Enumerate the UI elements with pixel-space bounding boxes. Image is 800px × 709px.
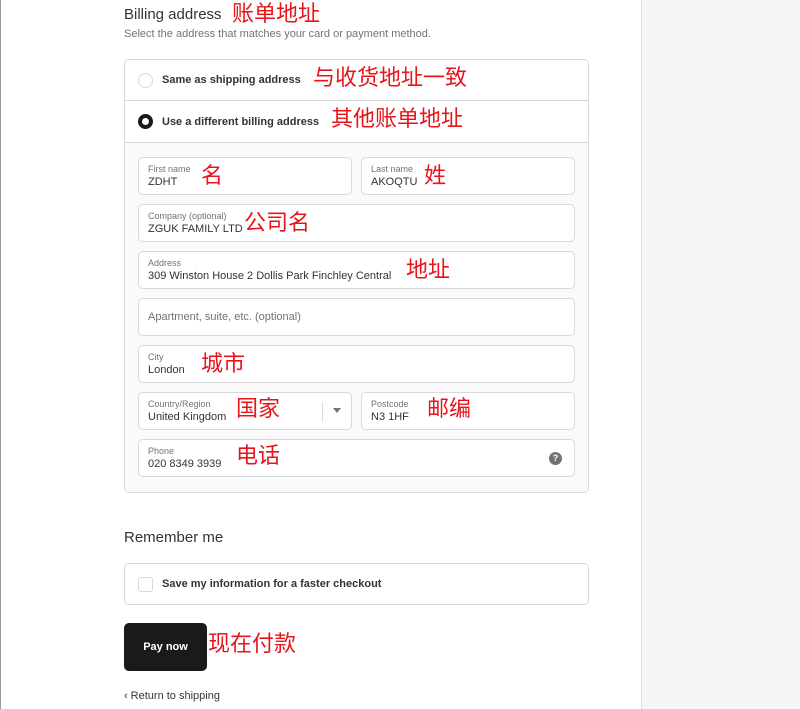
- company-value: ZGUK FAMILY LTD: [148, 223, 243, 235]
- remember-me-option[interactable]: Save my information for a faster checkou…: [124, 563, 589, 605]
- postcode-annotation: 邮编: [427, 397, 472, 422]
- last-name-value: AKOQTU: [371, 176, 418, 188]
- pay-now-annotation: 现在付款: [208, 632, 297, 657]
- help-icon[interactable]: ?: [549, 452, 562, 465]
- address-field[interactable]: Address 309 Winston House 2 Dollis Park …: [138, 251, 575, 289]
- first-name-label: First name: [148, 164, 191, 174]
- phone-annotation: 电话: [236, 444, 281, 469]
- option-same-label: Same as shipping address: [162, 74, 301, 86]
- order-summary-panel: [641, 0, 800, 709]
- billing-address-annotation: 账单地址: [232, 2, 321, 27]
- company-label: Company (optional): [148, 211, 227, 221]
- pay-now-button[interactable]: Pay now: [124, 623, 207, 671]
- last-name-field[interactable]: Last name AKOQTU: [361, 157, 575, 195]
- city-annotation: 城市: [201, 352, 246, 377]
- option-different-annotation: 其他账单地址: [331, 107, 464, 132]
- apartment-field[interactable]: Apartment, suite, etc. (optional): [138, 298, 575, 336]
- company-field[interactable]: Company (optional) ZGUK FAMILY LTD: [138, 204, 575, 242]
- first-name-value: ZDHT: [148, 176, 178, 188]
- address-value: 309 Winston House 2 Dollis Park Finchley…: [148, 270, 392, 282]
- last-name-label: Last name: [371, 164, 414, 174]
- first-name-annotation: 名: [201, 164, 224, 189]
- apartment-placeholder: Apartment, suite, etc. (optional): [148, 311, 301, 323]
- company-annotation: 公司名: [244, 211, 311, 236]
- option-different-label: Use a different billing address: [162, 115, 320, 128]
- phone-value: 020 8349 3939: [148, 458, 222, 470]
- address-label: Address: [148, 258, 182, 268]
- chevron-left-icon: ‹: [124, 690, 128, 702]
- option-same-annotation: 与收货地址一致: [313, 66, 468, 91]
- first-name-field[interactable]: First name ZDHT: [138, 157, 352, 195]
- radio-different-billing[interactable]: [138, 114, 153, 129]
- billing-form: First name ZDHT Last name AKOQTU Company…: [125, 142, 588, 492]
- return-to-shipping-link[interactable]: ‹ Return to shipping: [124, 690, 220, 702]
- billing-address-subtitle: Select the address that matches your car…: [124, 28, 431, 40]
- country-annotation: 国家: [236, 397, 281, 422]
- phone-field[interactable]: Phone 020 8349 3939 ?: [138, 439, 575, 477]
- select-divider: [322, 402, 323, 422]
- remember-me-label: Save my information for a faster checkou…: [162, 578, 382, 590]
- remember-me-checkbox[interactable]: [138, 576, 153, 592]
- remember-me-title: Remember me: [124, 529, 224, 546]
- chevron-down-icon[interactable]: [333, 408, 341, 413]
- window-left-border: [0, 0, 1, 709]
- phone-label: Phone: [148, 446, 175, 456]
- last-name-annotation: 姓: [424, 164, 447, 189]
- billing-address-title: Billing address: [124, 6, 222, 23]
- radio-same-as-shipping[interactable]: [138, 72, 153, 88]
- return-to-shipping-label: Return to shipping: [130, 690, 220, 702]
- address-annotation: 地址: [406, 258, 451, 283]
